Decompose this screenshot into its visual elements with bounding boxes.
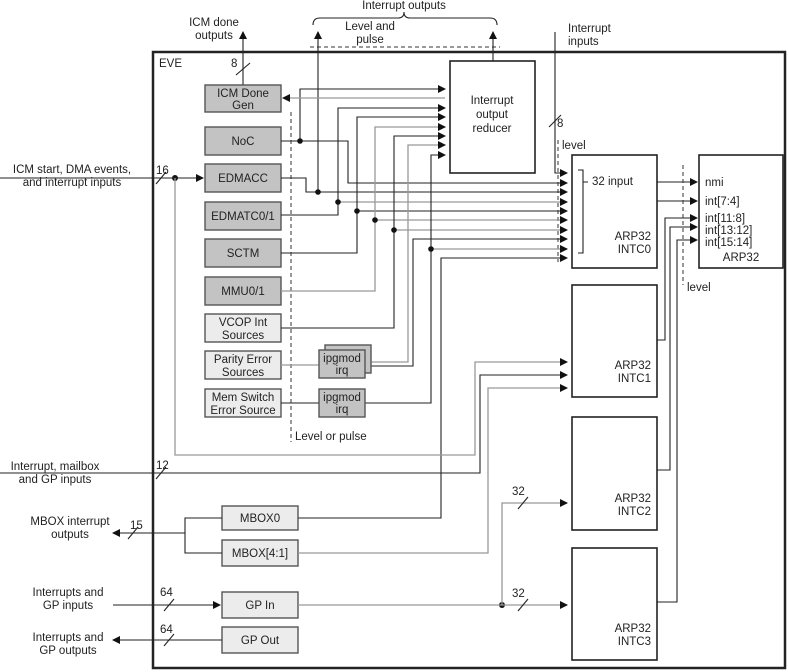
bus-width-interrupt-inputs: 8 (557, 118, 563, 130)
edmacc-block: EDMACC (204, 163, 282, 193)
mbox41-block: MBOX[4:1] (221, 539, 299, 567)
svg-text:EDMACC: EDMACC (218, 173, 268, 185)
svg-text:nmi: nmi (705, 177, 724, 189)
parity-block: Parity Error Sources (204, 350, 282, 380)
svg-text:SCTM: SCTM (227, 248, 260, 260)
ipgmod-irq-memswitch: ipgmod irq (318, 388, 366, 418)
svg-text:ARP32: ARP32 (723, 252, 759, 264)
svg-text:int[13:12]: int[13:12] (705, 225, 752, 237)
gp-outputs-label: Interrupts and GP outputs (33, 632, 104, 657)
svg-text:int[15:14]: int[15:14] (705, 237, 752, 249)
svg-text:ARP32INTC3: ARP32 INTC3 (615, 623, 651, 648)
svg-text:GP In: GP In (245, 600, 274, 612)
intc1-block: ARP32 INTC1 (571, 284, 658, 398)
interrupt-output-reducer: Interrupt output reducer (449, 60, 536, 174)
bus-width-gp-out: 64 (160, 624, 173, 636)
bus-width-gp-in: 64 (160, 587, 173, 599)
svg-text:ARP32INTC2: ARP32 INTC2 (615, 493, 651, 518)
edmacc-wire (281, 177, 568, 196)
intc2-block: ARP32 INTC2 (571, 416, 658, 531)
level-or-pulse-label: Level or pulse (295, 431, 367, 443)
eve-interrupt-diagram: EVE ICM done outputs 8 Interrupt outputs … (0, 0, 787, 670)
mmu-block: MMU0/1 (204, 276, 282, 306)
arp32-block: nmi int[7:4] int[11:8] int[13:12] int[15… (698, 154, 784, 269)
svg-text:EDMATC0/1: EDMATC0/1 (211, 211, 275, 223)
icm-done-outputs-label: ICM done outputs (189, 17, 239, 42)
icm-start-label: ICM start, DMA events, and interrupt inpu… (13, 164, 131, 189)
bus-width-icm-start: 16 (156, 165, 169, 177)
mmu-wire (281, 123, 446, 292)
interrupt-outputs-brace (312, 11, 498, 26)
mbox0-block: MBOX0 (221, 505, 299, 531)
svg-text:MBOX0: MBOX0 (240, 513, 280, 525)
svg-text:32 input: 32 input (592, 176, 634, 188)
intc0-block: 32 input ARP32 INTC0 (571, 154, 658, 269)
edmatc-block: EDMATC0/1 (204, 201, 282, 231)
svg-text:Interruptoutputreducer: Interrupt output reducer (471, 95, 515, 135)
svg-text:MMU0/1: MMU0/1 (221, 286, 264, 298)
level-label-right: level (687, 282, 711, 294)
svg-text:Mem SwitchError Source: Mem Switch Error Source (210, 392, 275, 417)
svg-text:ARP32INTC0: ARP32 INTC0 (615, 231, 651, 256)
edmatc-wire (281, 104, 446, 216)
svg-text:ARP32INTC1: ARP32 INTC1 (615, 360, 651, 385)
noc-block: NoC (204, 126, 282, 156)
mbox-outputs-label: MBOX interrupt outputs (30, 516, 110, 541)
gp-inputs-label: Interrupts and GP inputs (33, 587, 104, 612)
intc3-arp32-wire (657, 236, 698, 603)
icm-done-gen-block: ICM Done Gen (204, 84, 282, 113)
memswitch-block: Mem Switch Error Source (204, 388, 282, 418)
bus-width-int-mailbox: 12 (156, 460, 169, 472)
level-label-top: level (562, 140, 586, 152)
svg-text:int[7:4]: int[7:4] (705, 196, 740, 208)
intc3-block: ARP32 INTC3 (571, 547, 658, 661)
svg-text:int[11:8]: int[11:8] (705, 213, 745, 225)
bus-width-icm-done: 8 (231, 58, 237, 70)
sctm-block: SCTM (204, 238, 282, 268)
vcop-wire (281, 132, 446, 329)
svg-text:GP Out: GP Out (241, 635, 280, 647)
svg-text:MBOX[4:1]: MBOX[4:1] (232, 548, 288, 560)
interrupt-inputs-label: Interrupt inputs (568, 23, 612, 48)
parity-reducer-wire (370, 141, 446, 363)
svg-text:VCOP IntSources: VCOP Int Sources (219, 317, 268, 342)
svg-text:NoC: NoC (231, 136, 254, 148)
bus-width-intc2: 32 (512, 486, 525, 498)
gp-out-block: GP Out (221, 626, 299, 654)
eve-label: EVE (159, 58, 182, 70)
int-mailbox-gp-wire (0, 371, 568, 474)
interrupt-outputs-label: Interrupt outputs (362, 0, 446, 12)
bus-width-mbox-out: 15 (130, 520, 143, 532)
noc-reducer-wire (299, 85, 446, 141)
vcop-block: VCOP Int Sources (204, 313, 282, 343)
level-and-pulse-label: Level and pulse (345, 21, 395, 46)
svg-text:Parity ErrorSources: Parity Error Sources (214, 354, 272, 379)
gp-in-block: GP In (221, 591, 299, 619)
bus-width-intc3: 32 (512, 588, 525, 600)
ipgmod-irq-parity: ipgmod irq (318, 344, 372, 379)
